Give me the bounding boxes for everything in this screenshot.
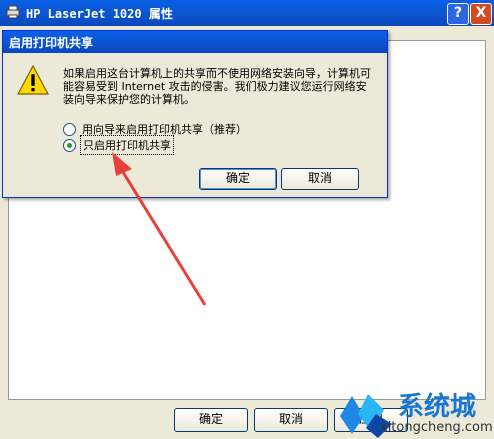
outer-window-title: HP LaserJet 1020 属性 [26,7,173,21]
outer-cancel-button[interactable]: 取消 [254,408,328,432]
dialog-title: 启用打印机共享 [9,36,94,50]
close-button[interactable]: X [470,3,492,25]
dialog-ok-button[interactable]: 确定 [199,168,277,190]
radio-button[interactable] [63,138,76,152]
radio-button[interactable] [63,122,76,136]
printer-icon [6,5,20,19]
warning-icon [17,65,49,95]
option-label: 只启用打印机共享 [80,135,174,155]
help-button[interactable]: ? [447,3,469,25]
dialog-cancel-button[interactable]: 取消 [281,168,359,190]
dialog-titlebar: 启用打印机共享 [3,31,387,53]
option-share-only[interactable]: 只启用打印机共享 [63,135,174,155]
watermark-brand: 系统城 [398,392,477,422]
watermark-domain: xitongcheng.com [380,420,493,435]
outer-window-titlebar: HP LaserJet 1020 属性 ? X [0,0,494,26]
outer-ok-button[interactable]: 确定 [174,408,248,432]
radio-selected-dot [67,142,72,148]
dialog-message: 如果启用这台计算机上的共享而不使用网络安装向导，计算机可能容易受到 Intern… [63,67,371,106]
enable-sharing-dialog: 启用打印机共享 如果启用这台计算机上的共享而不使用网络安装向导，计算机可能容易受… [2,30,388,198]
